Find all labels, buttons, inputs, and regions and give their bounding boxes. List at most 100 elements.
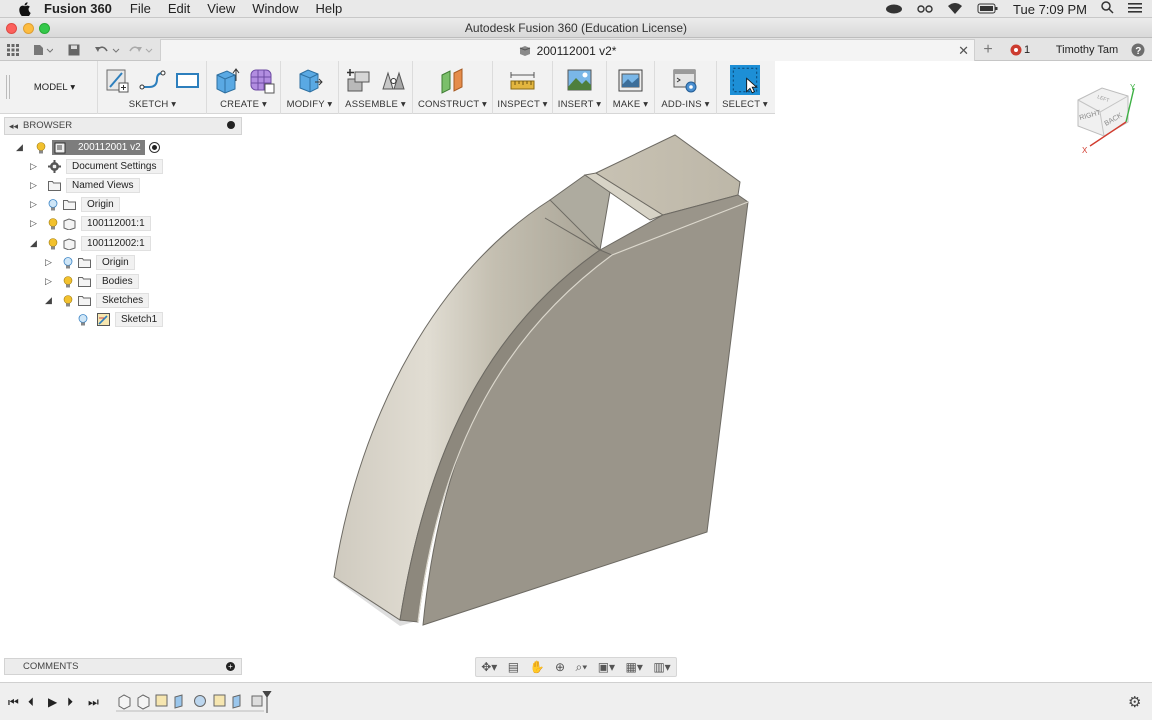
inspect-group[interactable]: INSPECT ▾	[493, 61, 553, 114]
collapsed-triangle-icon[interactable]: ▷	[30, 159, 40, 174]
construct-group[interactable]: CONSTRUCT ▾	[413, 61, 493, 114]
expanded-triangle-icon[interactable]: ◢	[16, 140, 36, 155]
3d-print-icon[interactable]	[617, 67, 644, 94]
menu-help[interactable]: Help	[315, 1, 342, 16]
tree-item-sketches[interactable]: ◢ Sketches	[45, 293, 150, 308]
timeline-features[interactable]	[114, 691, 274, 713]
viewports-icon[interactable]: ▥▾	[653, 660, 670, 674]
model-viewport[interactable]	[300, 130, 770, 630]
user-account-button[interactable]: Timothy Tam	[1052, 38, 1122, 61]
root-component[interactable]: 200112001 v2	[52, 140, 145, 155]
form-icon[interactable]	[248, 67, 275, 94]
assemble-group[interactable]: ASSEMBLE ▾	[339, 61, 413, 114]
rectangle-tool-icon[interactable]	[174, 67, 201, 94]
app-menu[interactable]: Fusion 360	[44, 1, 112, 16]
step-forward-icon[interactable]: ⏵	[67, 695, 73, 710]
menu-file[interactable]: File	[130, 1, 151, 16]
notification-center-icon[interactable]	[1128, 2, 1142, 17]
zoom-icon[interactable]: ⊕	[555, 660, 565, 674]
make-group[interactable]: MAKE ▾	[607, 61, 655, 114]
tree-item-origin[interactable]: ▷ Origin	[30, 197, 120, 212]
tree-item-bodies[interactable]: ▷ Bodies	[45, 274, 139, 289]
glasses-icon[interactable]	[917, 2, 933, 17]
close-window-button[interactable]	[6, 23, 17, 34]
step-back-icon[interactable]: ⏴	[28, 695, 34, 710]
document-tab[interactable]: 200112001 v2* ✕	[160, 39, 975, 61]
creative-cloud-icon[interactable]	[885, 2, 903, 17]
save-icon[interactable]	[66, 38, 82, 61]
apple-icon[interactable]	[14, 0, 36, 18]
tree-item-sketch1[interactable]: Sketch1	[78, 312, 164, 327]
comments-panel-header[interactable]: COMMENTS +	[4, 658, 242, 675]
wifi-icon[interactable]	[947, 2, 963, 17]
browser-pin-icon[interactable]	[227, 121, 235, 129]
visibility-bulb-icon[interactable]	[36, 141, 46, 154]
expanded-triangle-icon[interactable]: ◢	[45, 293, 55, 308]
visibility-bulb-icon[interactable]	[48, 217, 58, 230]
hidden-bulb-icon[interactable]	[48, 198, 58, 211]
zoom-window-button[interactable]	[39, 23, 50, 34]
display-settings-icon[interactable]: ▣▾	[598, 660, 615, 674]
create-sketch-icon[interactable]	[104, 67, 131, 94]
visibility-bulb-icon[interactable]	[63, 275, 73, 288]
collapsed-triangle-icon[interactable]: ▷	[30, 197, 40, 212]
collapsed-triangle-icon[interactable]: ▷	[45, 274, 55, 289]
close-tab-icon[interactable]: ✕	[958, 43, 969, 59]
offset-plane-icon[interactable]	[439, 67, 466, 94]
workspace-switcher[interactable]: MODEL ▾	[12, 61, 98, 114]
add-ins-group[interactable]: ADD-INS ▾	[655, 61, 717, 114]
tree-root[interactable]: ◢ 200112001 v2	[16, 140, 160, 155]
menu-view[interactable]: View	[207, 1, 235, 16]
tree-item-component-100112001[interactable]: ▷ 100112001:1	[30, 216, 151, 231]
new-tab-icon[interactable]: +	[978, 38, 998, 61]
menu-window[interactable]: Window	[252, 1, 298, 16]
visibility-bulb-icon[interactable]	[48, 237, 58, 250]
minimize-window-button[interactable]	[23, 23, 34, 34]
look-at-icon[interactable]: ▤	[508, 660, 519, 674]
select-group[interactable]: SELECT ▾	[717, 61, 773, 114]
grid-icon[interactable]: ▦▾	[626, 660, 643, 674]
tree-item-named-views[interactable]: ▷ Named Views	[30, 178, 140, 193]
hidden-bulb-icon[interactable]	[63, 256, 73, 269]
activate-radio-icon[interactable]	[148, 142, 160, 153]
help-icon[interactable]: ?	[1130, 38, 1146, 61]
view-cube[interactable]: RIGHT BACK LEFT Y X	[1068, 82, 1140, 154]
go-to-end-icon[interactable]: ⏭	[88, 695, 99, 710]
menubar-clock[interactable]: Tue 7:09 PM	[1013, 2, 1087, 17]
battery-icon[interactable]	[977, 2, 999, 17]
press-pull-icon[interactable]	[296, 67, 323, 94]
collapsed-triangle-icon[interactable]: ▷	[30, 178, 40, 193]
menu-edit[interactable]: Edit	[168, 1, 190, 16]
modify-group[interactable]: MODIFY ▾	[281, 61, 339, 114]
redo-icon[interactable]	[126, 38, 154, 61]
measure-icon[interactable]	[509, 67, 536, 94]
app-grid-icon[interactable]	[6, 38, 20, 61]
hidden-bulb-icon[interactable]	[78, 313, 88, 326]
fit-icon[interactable]: ⌕▾	[575, 660, 587, 675]
job-status-icon[interactable]: 1	[1008, 38, 1032, 61]
spotlight-icon[interactable]	[1101, 1, 1114, 17]
extrude-icon[interactable]	[213, 67, 240, 94]
insert-group[interactable]: INSERT ▾	[553, 61, 607, 114]
add-comment-icon[interactable]: +	[226, 662, 235, 671]
pan-icon[interactable]: ✋	[530, 660, 545, 674]
go-to-start-icon[interactable]: ⏮	[8, 695, 19, 710]
visibility-bulb-icon[interactable]	[63, 294, 73, 307]
joint-icon[interactable]	[380, 67, 407, 94]
orbit-icon[interactable]: ✥▾	[481, 660, 497, 674]
toolbar-grip[interactable]	[6, 75, 10, 99]
play-icon[interactable]: ▶	[48, 695, 57, 709]
tree-item-sub-origin[interactable]: ▷ Origin	[45, 255, 135, 270]
scripts-addins-icon[interactable]	[672, 67, 699, 94]
tree-item-document-settings[interactable]: ▷ Document Settings	[30, 159, 163, 174]
collapse-panel-icon[interactable]: ◂◂	[9, 118, 18, 134]
browser-panel-header[interactable]: ◂◂ BROWSER	[4, 117, 242, 135]
collapsed-triangle-icon[interactable]: ▷	[30, 216, 40, 231]
collapsed-triangle-icon[interactable]: ▷	[45, 255, 55, 270]
file-menu-icon[interactable]	[32, 38, 54, 61]
create-group[interactable]: CREATE ▾	[207, 61, 281, 114]
select-tool-icon[interactable]	[730, 65, 760, 95]
expanded-triangle-icon[interactable]: ◢	[30, 236, 40, 251]
new-component-icon[interactable]	[345, 67, 372, 94]
sketch-group[interactable]: SKETCH ▾	[99, 61, 207, 114]
